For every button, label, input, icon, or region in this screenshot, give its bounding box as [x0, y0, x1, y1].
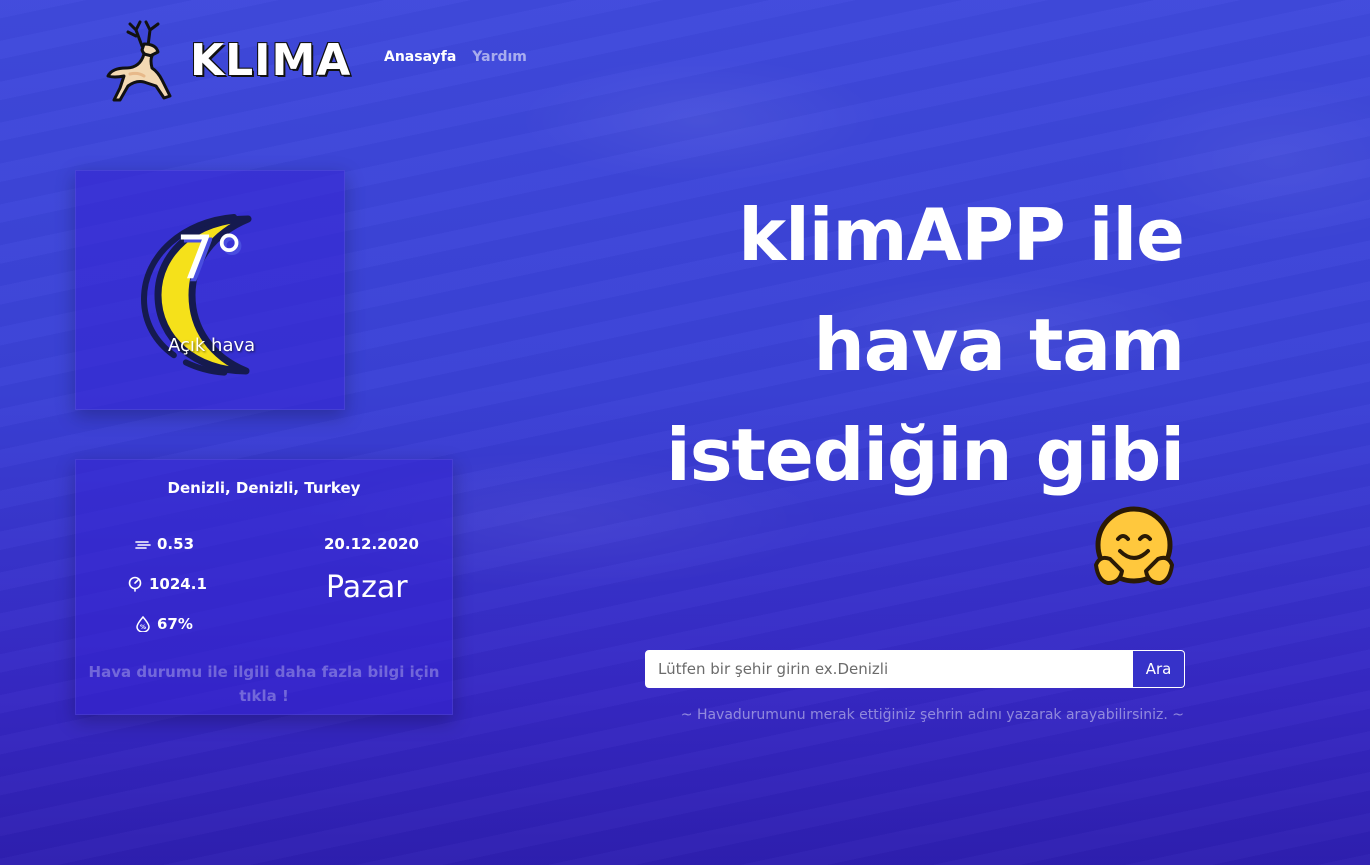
nav-item-yardim[interactable]: Yardım: [472, 49, 527, 65]
humidity-icon: %: [136, 616, 150, 632]
search-hint: ~ Havadurumunu merak ettiğiniz şehrin ad…: [680, 707, 1184, 723]
day-label: Pazar: [326, 570, 408, 605]
wind-value: 0.53: [157, 535, 195, 553]
weather-details-card: Denizli, Denizli, Turkey 0.53 1024.1 % 6…: [75, 459, 453, 715]
deer-icon: [106, 20, 172, 102]
hero-line-1: klimAPP ile: [738, 193, 1185, 277]
current-weather-card: 7° Açık hava: [75, 170, 345, 410]
hero-line-2: hava tam: [813, 303, 1185, 387]
more-info-link[interactable]: Hava durumu ile ilgili daha fazla bilgi …: [86, 660, 442, 708]
city-search-input[interactable]: [645, 650, 1133, 688]
svg-text:%: %: [140, 624, 146, 631]
hero-line-3: istediğin gibi: [666, 413, 1185, 497]
humidity-value: 67%: [157, 615, 193, 633]
weather-description: Açık hava: [168, 335, 256, 356]
pressure-value: 1024.1: [149, 575, 207, 593]
temperature-value: 7°: [176, 223, 245, 293]
wind-stat: 0.53: [134, 535, 194, 553]
city-search-form: Ara: [645, 650, 1185, 688]
pressure-stat: 1024.1: [126, 575, 207, 593]
nav-item-anasayfa[interactable]: Anasayfa: [384, 49, 456, 65]
main-nav: Anasayfa Yardım: [384, 49, 527, 65]
brand-logo[interactable]: KLIMA: [100, 16, 351, 104]
search-button[interactable]: Ara: [1133, 650, 1185, 688]
humidity-stat: % 67%: [134, 615, 193, 633]
hero-headline: klimAPP ile hava tam istediğin gibi: [666, 180, 1185, 510]
hugging-face-icon: [1094, 506, 1174, 585]
wind-icon: [135, 541, 151, 549]
brand-name: KLIMA: [190, 34, 352, 86]
pressure-icon: [128, 576, 142, 592]
location-label: Denizli, Denizli, Turkey: [167, 479, 361, 497]
date-label: 20.12.2020: [324, 535, 419, 553]
